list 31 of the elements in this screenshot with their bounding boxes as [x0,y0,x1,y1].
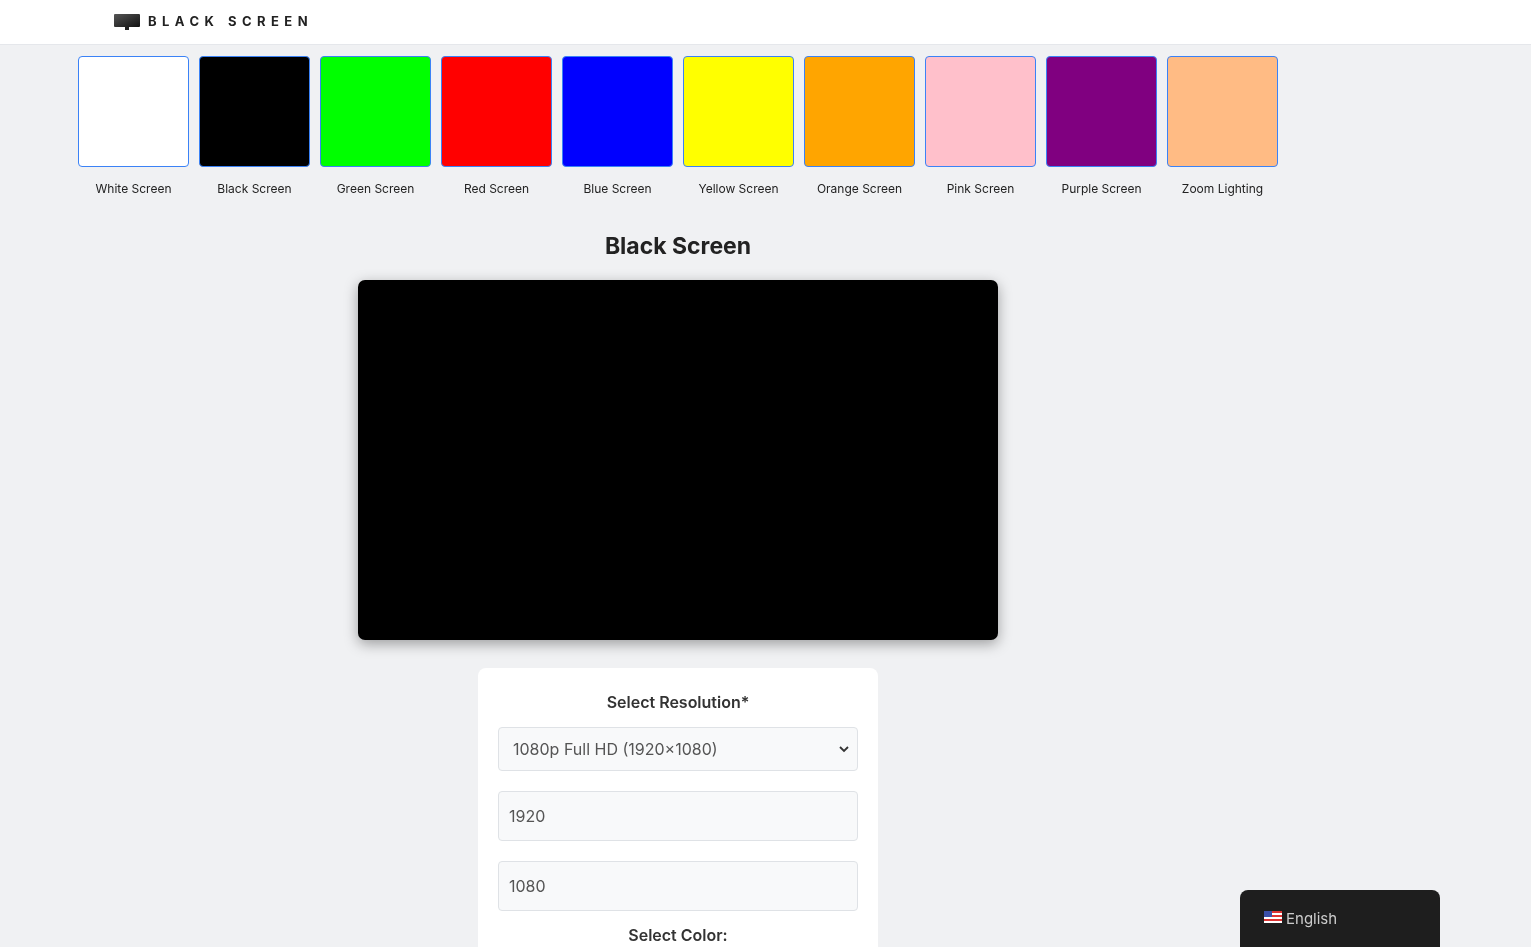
color-swatch[interactable] [562,56,673,167]
monitor-icon [114,13,140,31]
swatch-label: Red Screen [463,180,530,198]
swatch-label: Zoom Lighting [1181,180,1264,198]
color-swatch[interactable] [683,56,794,167]
flag-icon [1264,911,1282,923]
color-swatch[interactable] [804,56,915,167]
swatch-label: Green Screen [336,180,415,198]
color-swatch[interactable] [441,56,552,167]
swatch-label: Orange Screen [816,180,903,198]
swatch-label: Yellow Screen [698,180,779,198]
height-input[interactable]: 1080 [498,861,858,911]
color-swatch[interactable] [320,56,431,167]
chevron-down-icon [839,745,849,753]
color-swatch[interactable] [78,56,189,167]
color-swatch[interactable] [925,56,1036,167]
color-swatch[interactable] [199,56,310,167]
swatch-label: Purple Screen [1061,180,1142,198]
swatch-label: White Screen [95,180,172,198]
width-input[interactable]: 1920 [498,791,858,841]
color-label: Select Color: [628,925,728,945]
resolution-select[interactable]: 1080p Full HD (1920×1080) [498,727,858,771]
logo-text[interactable]: BLACK SCREEN [148,12,314,32]
color-swatch[interactable] [1046,56,1157,167]
page-title: Black Screen [604,231,752,261]
resolution-label: Select Resolution* [606,692,750,712]
language-switcher[interactable]: English [1240,890,1440,947]
swatch-label: Pink Screen [946,180,1015,198]
swatch-label: Blue Screen [583,180,652,198]
swatch-label: Black Screen [217,180,292,198]
color-swatch[interactable] [1167,56,1278,167]
